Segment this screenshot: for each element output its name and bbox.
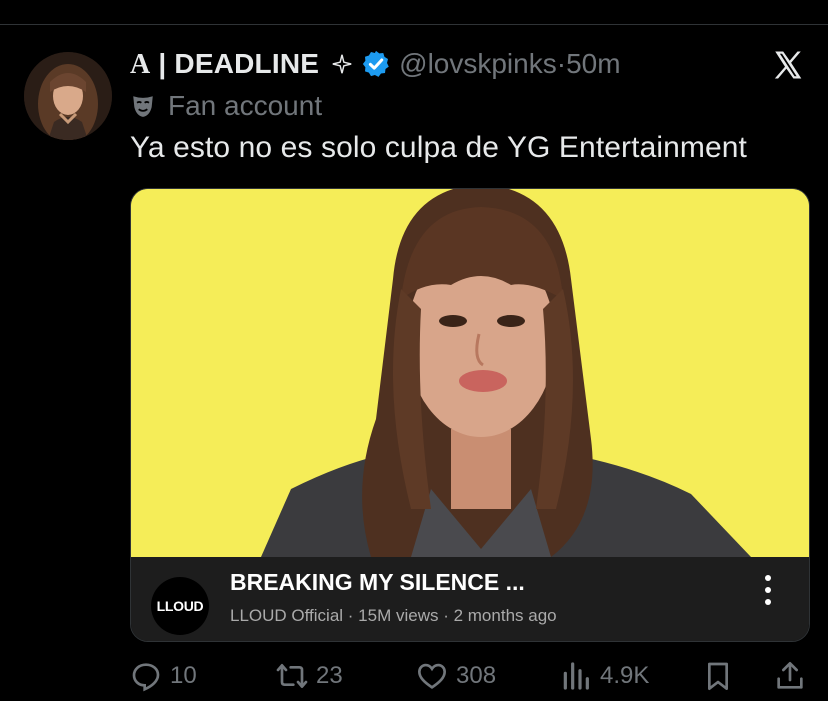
video-age: 2 months ago bbox=[453, 606, 557, 625]
verified-badge-icon[interactable] bbox=[361, 49, 391, 79]
heart-icon bbox=[417, 663, 447, 689]
action-bar: 10 23 308 4.9K bbox=[130, 656, 810, 700]
views-chart-icon bbox=[563, 662, 589, 690]
fan-account-text: Fan account bbox=[168, 90, 323, 121]
channel-logo[interactable]: LLOUD bbox=[151, 577, 209, 635]
video-thumbnail[interactable] bbox=[131, 189, 809, 557]
video-info-bar[interactable]: LLOUD BREAKING MY SILENCE ... LLOUD Offi… bbox=[131, 557, 809, 641]
video-meta: LLOUD Official · 15M views · 2 months ag… bbox=[230, 606, 557, 625]
avatar-image bbox=[24, 52, 112, 140]
views-count: 4.9K bbox=[600, 662, 650, 689]
theater-mask-icon bbox=[133, 96, 153, 117]
reply-button[interactable]: 10 bbox=[130, 660, 197, 692]
repost-icon bbox=[276, 664, 308, 688]
post-time[interactable]: 50m bbox=[566, 48, 620, 79]
bookmark-button[interactable] bbox=[702, 660, 734, 692]
video-title[interactable]: BREAKING MY SILENCE ... bbox=[230, 569, 525, 596]
bookmark-icon bbox=[708, 662, 728, 690]
tweet-text: Ya esto no es solo culpa de YG Entertain… bbox=[130, 131, 747, 164]
like-count: 308 bbox=[456, 662, 497, 689]
separator: · bbox=[556, 48, 567, 79]
x-logo-icon[interactable] bbox=[770, 48, 806, 82]
channel-name: LLOUD Official bbox=[230, 606, 344, 625]
author-name[interactable]: A | DEADLINE bbox=[130, 48, 319, 81]
top-divider bbox=[0, 24, 828, 25]
avatar[interactable] bbox=[24, 52, 112, 140]
author-handle[interactable]: @lovskpinks·50m bbox=[399, 48, 620, 80]
handle-text: @lovskpinks bbox=[399, 48, 557, 79]
share-icon bbox=[777, 662, 803, 689]
reply-icon bbox=[132, 663, 160, 692]
author-name-text: DEADLINE bbox=[174, 47, 320, 79]
author-name-prefix: A bbox=[130, 48, 151, 80]
views-button[interactable]: 4.9K bbox=[560, 660, 649, 692]
more-options-icon[interactable] bbox=[763, 573, 773, 607]
like-button[interactable]: 308 bbox=[416, 660, 496, 692]
reply-count: 10 bbox=[170, 662, 197, 689]
repost-button[interactable]: 23 bbox=[276, 660, 343, 692]
video-views: 15M views bbox=[358, 606, 439, 625]
sparkle-icon bbox=[332, 54, 352, 74]
repost-count: 23 bbox=[316, 662, 343, 689]
video-card[interactable]: LLOUD BREAKING MY SILENCE ... LLOUD Offi… bbox=[130, 188, 810, 642]
tweet-header: A | DEADLINE @lovskpinks·50m bbox=[130, 44, 621, 84]
thumbnail-image bbox=[131, 189, 809, 557]
share-button[interactable] bbox=[774, 660, 806, 692]
fan-account-label: Fan account bbox=[130, 88, 322, 124]
